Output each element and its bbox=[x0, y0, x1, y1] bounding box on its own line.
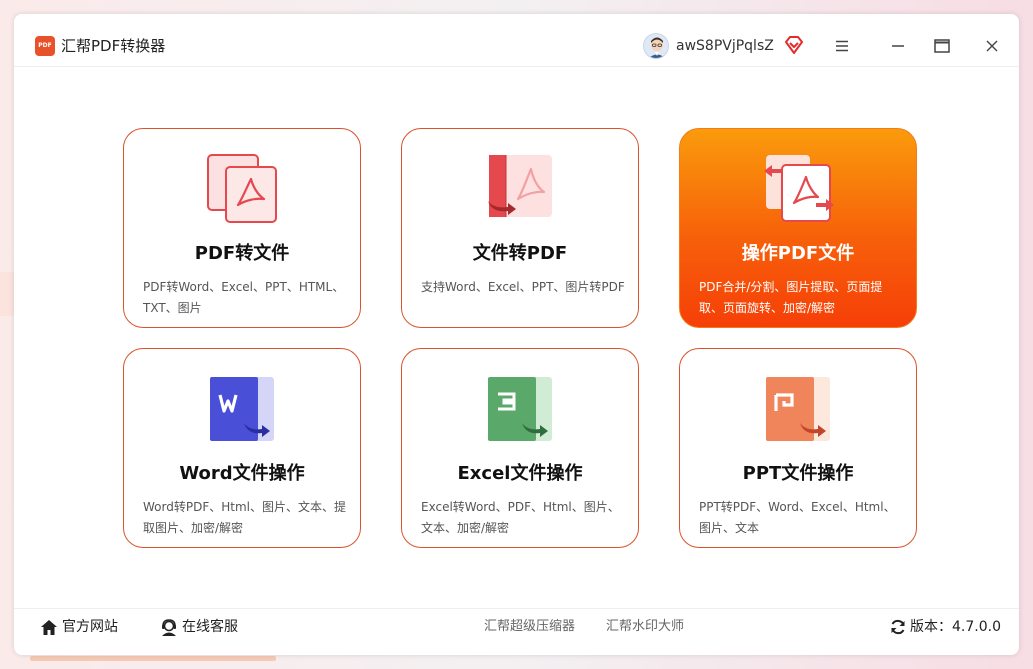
refresh-icon bbox=[891, 619, 905, 635]
pdf-to-file-icon bbox=[206, 153, 280, 225]
version-info[interactable]: 版本：4.7.0.0 bbox=[890, 617, 1001, 637]
footer-divider bbox=[14, 608, 1019, 609]
online-service-link[interactable]: 在线客服 bbox=[160, 617, 238, 637]
vip-diamond-icon[interactable] bbox=[784, 36, 804, 54]
card-file-to-pdf[interactable]: 文件转PDF 支持Word、Excel、PPT、图片转PDF bbox=[401, 128, 639, 328]
file-to-pdf-icon bbox=[484, 153, 558, 225]
background-bar bbox=[30, 656, 276, 661]
card-title: PDF转文件 bbox=[194, 243, 290, 264]
card-description: Word转PDF、Html、图片、文本、提取图片、加密/解密 bbox=[143, 500, 346, 535]
app-logo-icon: PDF bbox=[35, 36, 55, 56]
card-description: Excel转Word、PDF、Html、图片、文本、加密/解密 bbox=[421, 500, 620, 535]
card-title: PPT文件操作 bbox=[742, 463, 854, 484]
official-site-link[interactable]: 官方网站 bbox=[40, 617, 118, 637]
card-description: 支持Word、Excel、PPT、图片转PDF bbox=[421, 280, 625, 294]
version-label: 版本：4.7.0.0 bbox=[910, 619, 1001, 635]
ppt-icon bbox=[762, 373, 836, 445]
official-site-label: 官方网站 bbox=[62, 619, 118, 635]
compressor-link[interactable]: 汇帮超级压缩器 bbox=[484, 617, 575, 637]
username[interactable]: awS8PVjPqlsZ bbox=[676, 36, 774, 56]
card-title: Word文件操作 bbox=[179, 463, 305, 484]
card-description: PDF合并/分割、图片提取、页面提取、页面旋转、加密/解密 bbox=[699, 280, 883, 315]
card-word[interactable]: Word文件操作 Word转PDF、Html、图片、文本、提取图片、加密/解密 bbox=[123, 348, 361, 548]
support-agent-icon bbox=[162, 618, 176, 636]
card-excel[interactable]: Excel文件操作 Excel转Word、PDF、Html、图片、文本、加密/解… bbox=[401, 348, 639, 548]
pdf-operate-icon bbox=[762, 153, 836, 225]
app-title: 汇帮PDF转换器 bbox=[61, 37, 166, 55]
maximize-icon[interactable] bbox=[930, 34, 954, 58]
background-strip bbox=[0, 272, 14, 316]
excel-icon bbox=[484, 373, 558, 445]
menu-icon[interactable] bbox=[830, 34, 854, 58]
title-divider bbox=[14, 66, 1019, 67]
card-pdf-to-file[interactable]: PDF转文件 PDF转Word、Excel、PPT、HTML、TXT、图片 bbox=[123, 128, 361, 328]
card-description: PPT转PDF、Word、Excel、Html、图片、文本 bbox=[699, 500, 896, 535]
card-title: Excel文件操作 bbox=[457, 463, 583, 484]
app-window: PDF 汇帮PDF转换器 awS8PVjPqlsZ PDF转文件 PDF转Wor… bbox=[14, 14, 1019, 655]
word-icon bbox=[206, 373, 280, 445]
card-pdf-operate[interactable]: 操作PDF文件 PDF合并/分割、图片提取、页面提取、页面旋转、加密/解密 bbox=[679, 128, 917, 328]
watermark-link[interactable]: 汇帮水印大师 bbox=[606, 617, 684, 637]
online-service-label: 在线客服 bbox=[182, 619, 238, 635]
close-icon[interactable] bbox=[980, 34, 1004, 58]
card-description: PDF转Word、Excel、PPT、HTML、TXT、图片 bbox=[143, 280, 345, 315]
minimize-icon[interactable] bbox=[886, 34, 910, 58]
card-title: 操作PDF文件 bbox=[741, 243, 855, 264]
user-avatar[interactable] bbox=[643, 33, 669, 59]
card-ppt[interactable]: PPT文件操作 PPT转PDF、Word、Excel、Html、图片、文本 bbox=[679, 348, 917, 548]
title-bar: PDF 汇帮PDF转换器 awS8PVjPqlsZ bbox=[14, 14, 1019, 66]
card-title: 文件转PDF bbox=[472, 243, 568, 264]
home-icon bbox=[41, 619, 57, 635]
